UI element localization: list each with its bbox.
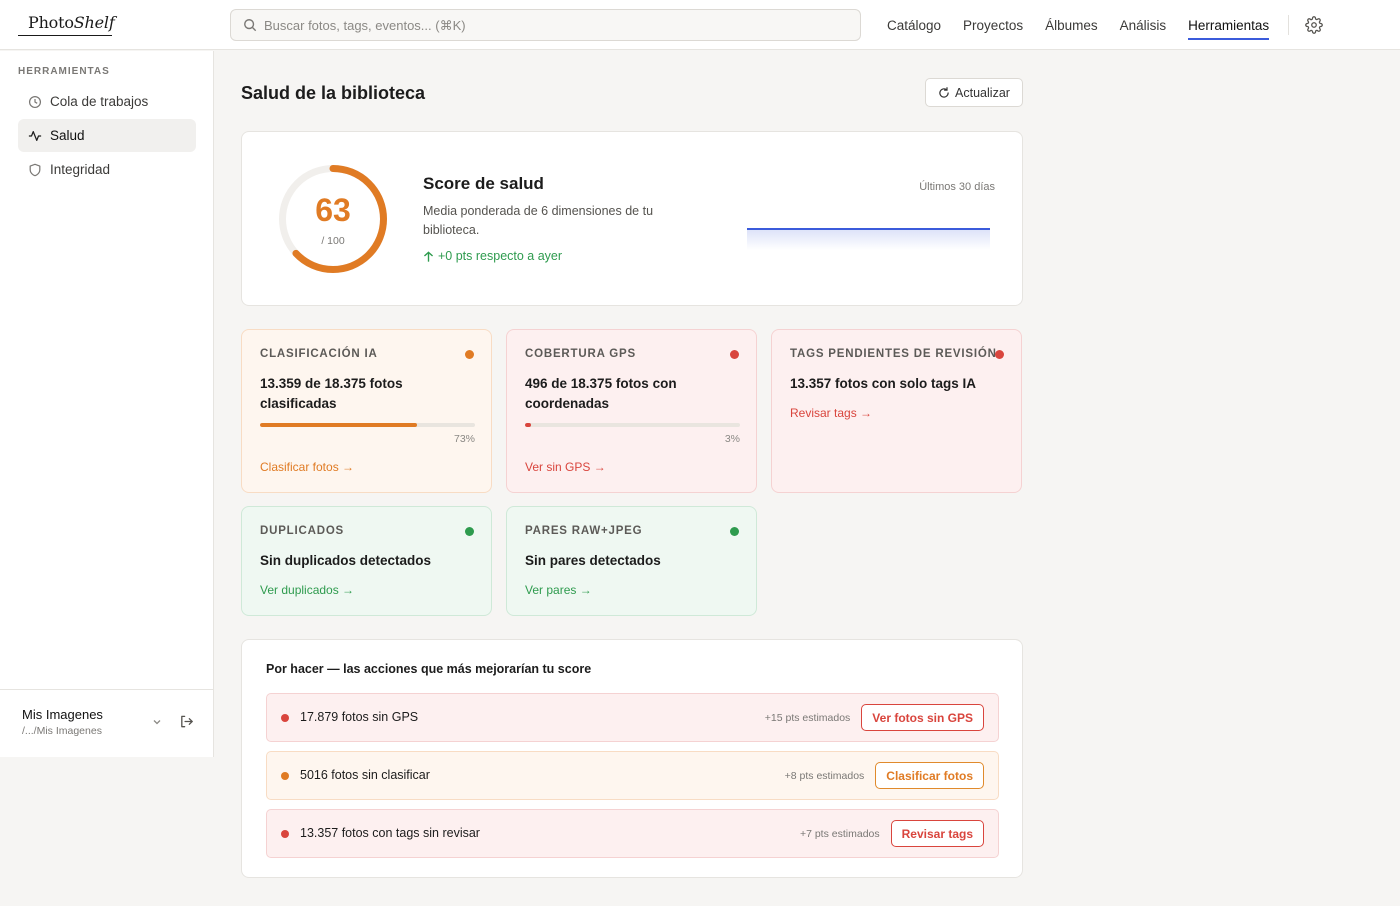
- todo-text: 17.879 fotos sin GPS: [300, 710, 419, 724]
- status-dot: [730, 350, 739, 359]
- metric-tags-pendientes: TAGS PENDIENTES DE REVISIÓN 13.357 fotos…: [771, 329, 1022, 493]
- status-dot: [465, 527, 474, 536]
- sidebar-item-cola-de-trabajos[interactable]: Cola de trabajos: [18, 85, 196, 118]
- metric-label: DUPLICADOS: [260, 525, 345, 537]
- ver-pares-link[interactable]: Ver pares →: [525, 583, 592, 597]
- status-dot: [281, 830, 289, 838]
- clasificar-fotos-button[interactable]: Clasificar fotos: [875, 762, 984, 789]
- progress-percent: 73%: [453, 433, 475, 445]
- metric-value: 496 de 18.375 fotos con coordenadas: [525, 376, 677, 411]
- sidebar-item-label: Cola de trabajos: [50, 94, 149, 109]
- todo-title: Por hacer — las acciones que más mejorar…: [266, 662, 592, 676]
- todo-card: Por hacer — las acciones que más mejorar…: [241, 639, 1023, 878]
- sidebar-heading: HERRAMIENTAS: [18, 66, 110, 77]
- nav-catalogo[interactable]: Catálogo: [876, 0, 952, 50]
- nav-albumes[interactable]: Álbumes: [1034, 0, 1109, 50]
- metric-value: Sin duplicados detectados: [260, 553, 432, 568]
- progress-bar: [525, 423, 740, 427]
- score-delta: +0 pts respecto a ayer: [423, 249, 562, 263]
- library-path: /.../Mis Imagenes: [22, 725, 102, 737]
- ver-sin-gps-link[interactable]: Ver sin GPS →: [525, 460, 606, 474]
- health-score-card: 63 / 100 Score de salud Media ponderada …: [241, 131, 1023, 306]
- search-icon: [244, 19, 257, 32]
- metric-value: Sin pares detectados: [525, 553, 661, 568]
- sidebar-item-integridad[interactable]: Integridad: [18, 153, 196, 186]
- todo-text: 5016 fotos sin clasificar: [300, 768, 430, 782]
- metric-clasificacion-ia: CLASIFICACIÓN IA 13.359 de 18.375 fotos …: [241, 329, 492, 493]
- status-dot: [730, 527, 739, 536]
- todo-estimate: +8 pts estimados: [784, 769, 865, 782]
- period-label: Últimos 30 días: [919, 181, 995, 193]
- refresh-icon: [939, 86, 949, 98]
- metric-label: TAGS PENDIENTES DE REVISIÓN: [790, 348, 997, 360]
- clock-icon: [28, 95, 42, 108]
- nav-analisis[interactable]: Análisis: [1109, 0, 1178, 50]
- shield-icon: [29, 163, 41, 176]
- page-title: Salud de la biblioteca: [241, 83, 426, 103]
- score-delta-text: +0 pts respecto a ayer: [438, 249, 563, 263]
- todo-estimate: +7 pts estimados: [799, 827, 880, 840]
- clasificar-fotos-link[interactable]: Clasificar fotos →: [260, 460, 354, 474]
- nav-divider: [1288, 15, 1289, 35]
- sidebar: HERRAMIENTAS Cola de trabajos Salud Inte…: [0, 51, 214, 757]
- todo-estimate: +15 pts estimados: [764, 711, 851, 724]
- logout-icon[interactable]: [179, 714, 194, 729]
- todo-item: 5016 fotos sin clasificar +8 pts estimad…: [266, 751, 999, 800]
- todo-item: 13.357 fotos con tags sin revisar +7 pts…: [266, 809, 999, 858]
- score-value: 63: [315, 192, 351, 228]
- refresh-label: Actualizar: [955, 85, 1010, 100]
- status-dot: [465, 350, 474, 359]
- metric-duplicados: DUPLICADOS Sin duplicados detectados Ver…: [241, 506, 492, 616]
- todo-text: 13.357 fotos con tags sin revisar: [300, 826, 480, 840]
- status-dot: [281, 714, 289, 722]
- ver-fotos-sin-gps-button[interactable]: Ver fotos sin GPS: [861, 704, 984, 731]
- search-box[interactable]: [230, 9, 861, 41]
- library-name: Mis Imagenes: [22, 707, 103, 722]
- main-nav: Catálogo Proyectos Álbumes Análisis Herr…: [876, 0, 1280, 50]
- gear-icon[interactable]: [1305, 16, 1323, 34]
- progress-bar: [260, 423, 475, 427]
- ver-duplicados-link[interactable]: Ver duplicados →: [260, 583, 354, 597]
- metric-label: COBERTURA GPS: [525, 348, 636, 360]
- score-sparkline: [747, 228, 990, 250]
- score-title: Score de salud: [423, 174, 544, 193]
- logo-underline: [18, 35, 112, 36]
- revisar-tags-link[interactable]: Revisar tags →: [790, 406, 872, 420]
- top-bar: PhotoShelf Catálogo Proyectos Álbumes An…: [0, 0, 1400, 50]
- status-dot: [995, 350, 1004, 359]
- sidebar-item-salud[interactable]: Salud: [18, 119, 196, 152]
- metric-label: PARES RAW+JPEG: [525, 525, 643, 537]
- refresh-button[interactable]: Actualizar: [925, 78, 1023, 107]
- search-input[interactable]: [264, 10, 854, 40]
- revisar-tags-button[interactable]: Revisar tags: [890, 820, 984, 847]
- app-logo[interactable]: PhotoShelf: [18, 12, 115, 38]
- metric-value: 13.357 fotos con solo tags IA: [790, 376, 977, 391]
- score-max: / 100: [321, 235, 345, 247]
- library-switcher[interactable]: Mis Imagenes /.../Mis Imagenes: [0, 689, 213, 757]
- sidebar-item-label: Salud: [50, 128, 85, 143]
- activity-icon: [28, 130, 42, 141]
- logo-text: PhotoShelf: [28, 13, 115, 32]
- metric-label: CLASIFICACIÓN IA: [260, 348, 378, 360]
- todo-item: 17.879 fotos sin GPS +15 pts estimados V…: [266, 693, 999, 742]
- metric-cobertura-gps: COBERTURA GPS 496 de 18.375 fotos con co…: [506, 329, 757, 493]
- metric-pares-raw-jpeg: PARES RAW+JPEG Sin pares detectados Ver …: [506, 506, 757, 616]
- sparkline-area: [747, 229, 990, 250]
- chevron-down-icon[interactable]: [152, 717, 162, 727]
- sidebar-item-label: Integridad: [50, 162, 111, 177]
- arrow-up-icon: [424, 250, 433, 262]
- metric-value: 13.359 de 18.375 fotos clasificadas: [260, 376, 403, 411]
- nav-herramientas[interactable]: Herramientas: [1177, 0, 1280, 50]
- nav-proyectos[interactable]: Proyectos: [952, 0, 1034, 50]
- progress-fill: [525, 423, 532, 427]
- progress-percent: 3%: [724, 433, 740, 445]
- progress-fill: [260, 423, 417, 427]
- status-dot: [281, 772, 289, 780]
- score-description: Media ponderada de 6 dimensiones de tu b…: [423, 204, 654, 237]
